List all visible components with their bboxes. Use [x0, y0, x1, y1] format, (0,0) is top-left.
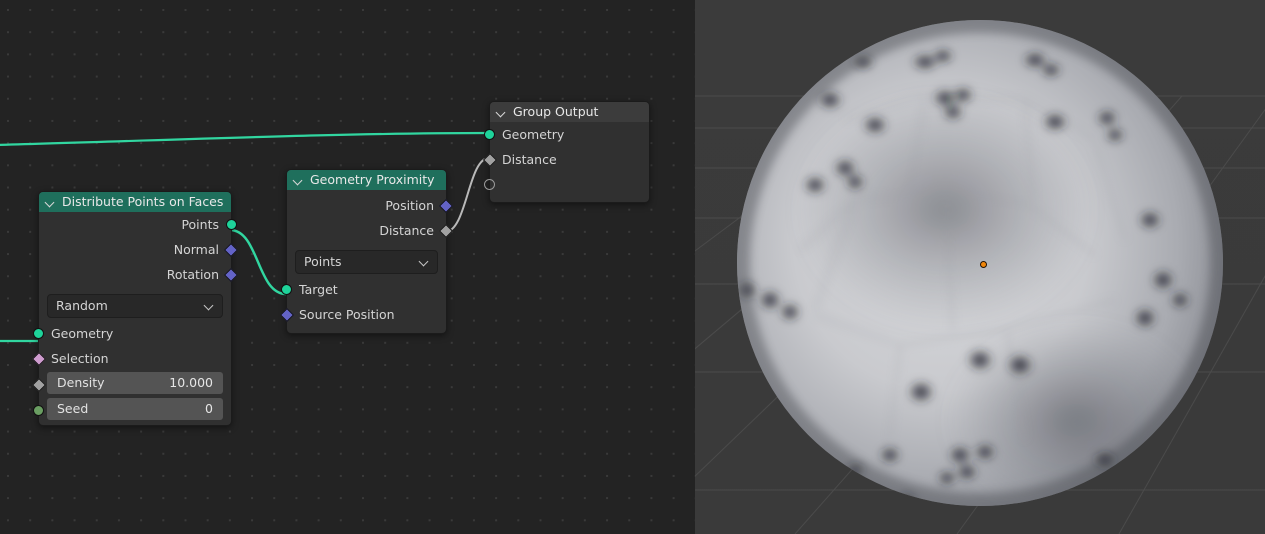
node-header[interactable]: Distribute Points on Faces: [39, 192, 231, 212]
socket-source-position-vector[interactable]: [279, 307, 295, 323]
density-field[interactable]: Density 10.000: [47, 372, 223, 394]
input-row-geometry[interactable]: Geometry: [484, 122, 649, 147]
3d-viewport[interactable]: [695, 0, 1265, 534]
socket-label: Distance: [502, 152, 557, 167]
chevron-down-icon[interactable]: [46, 198, 55, 207]
node-geometry-proximity[interactable]: Geometry Proximity Position Distance Poi…: [279, 169, 454, 334]
node-distribute-points-on-faces[interactable]: Distribute Points on Faces Points Normal…: [31, 191, 239, 426]
socket-geometry-in[interactable]: [484, 129, 495, 140]
input-row-distance[interactable]: Distance: [482, 147, 649, 172]
input-row-density[interactable]: Density 10.000: [31, 372, 231, 397]
distribute-method-dropdown[interactable]: Random: [47, 294, 223, 318]
input-row-target[interactable]: Target: [281, 277, 446, 302]
field-label: Density: [57, 375, 105, 390]
socket-seed-integer[interactable]: [33, 405, 44, 416]
socket-label: Rotation: [166, 267, 219, 282]
seed-field[interactable]: Seed 0: [47, 398, 223, 420]
socket-label: Points: [181, 217, 219, 232]
socket-label: Normal: [173, 242, 219, 257]
socket-normal-vector[interactable]: [223, 242, 239, 258]
chevron-down-icon: [205, 302, 214, 311]
input-row-source-position[interactable]: Source Position: [279, 302, 446, 327]
input-row-seed[interactable]: Seed 0: [33, 398, 231, 425]
output-row-points[interactable]: Points: [39, 212, 237, 237]
node-body: Geometry Distance: [482, 122, 649, 202]
output-row-rotation[interactable]: Rotation: [39, 262, 239, 287]
chevron-down-icon: [420, 258, 429, 267]
object-origin-dot[interactable]: [980, 261, 987, 268]
socket-rotation-vector[interactable]: [223, 267, 239, 283]
field-label: Seed: [57, 401, 89, 416]
socket-label: Distance: [379, 223, 434, 238]
socket-target-geometry[interactable]: [281, 284, 292, 295]
chevron-down-icon[interactable]: [294, 176, 303, 185]
input-row-selection[interactable]: Selection: [31, 346, 231, 371]
field-value: 0: [205, 401, 213, 416]
link-geometry-to-group-output: [0, 131, 490, 146]
node-title: Group Output: [513, 104, 599, 119]
node-group-output[interactable]: Group Output Geometry Distance: [482, 101, 650, 203]
input-row-geometry[interactable]: Geometry: [33, 321, 231, 346]
node-body: Position Distance Points Target Source P…: [279, 193, 454, 327]
output-row-position[interactable]: Position: [287, 193, 454, 218]
socket-distance-float[interactable]: [482, 152, 498, 168]
socket-label: Target: [299, 282, 338, 297]
geometry-node-editor[interactable]: Distribute Points on Faces Points Normal…: [0, 0, 695, 534]
viewport-render: [695, 0, 1265, 534]
node-header[interactable]: Group Output: [490, 102, 649, 122]
socket-label: Position: [385, 198, 434, 213]
socket-label: Geometry: [502, 127, 565, 142]
socket-label: Source Position: [299, 307, 395, 322]
field-value: 10.000: [169, 375, 213, 390]
node-body: Points Normal Rotation Random Geometry S…: [31, 212, 239, 425]
socket-selection-boolean[interactable]: [31, 351, 47, 367]
socket-position-vector[interactable]: [438, 198, 454, 214]
link-distance-to-distance: [444, 157, 490, 233]
socket-density-float[interactable]: [31, 377, 47, 393]
output-row-normal[interactable]: Normal: [39, 237, 239, 262]
socket-geometry-in[interactable]: [33, 328, 44, 339]
node-header[interactable]: Geometry Proximity: [287, 170, 446, 190]
dropdown-value: Points: [304, 254, 342, 269]
link-points-to-target: [229, 228, 287, 296]
input-row-virtual[interactable]: [484, 172, 649, 202]
blender-window: Distribute Points on Faces Points Normal…: [0, 0, 1265, 534]
chevron-down-icon[interactable]: [497, 108, 506, 117]
socket-points-geometry[interactable]: [226, 219, 237, 230]
node-title: Geometry Proximity: [310, 172, 435, 187]
socket-virtual-extend[interactable]: [484, 179, 495, 190]
output-row-distance[interactable]: Distance: [287, 218, 454, 243]
node-title: Distribute Points on Faces: [62, 194, 224, 209]
socket-label: Geometry: [51, 326, 114, 341]
dropdown-value: Random: [56, 298, 108, 313]
socket-distance-float[interactable]: [438, 223, 454, 239]
socket-label: Selection: [51, 351, 109, 366]
proximity-target-element-dropdown[interactable]: Points: [295, 250, 438, 274]
